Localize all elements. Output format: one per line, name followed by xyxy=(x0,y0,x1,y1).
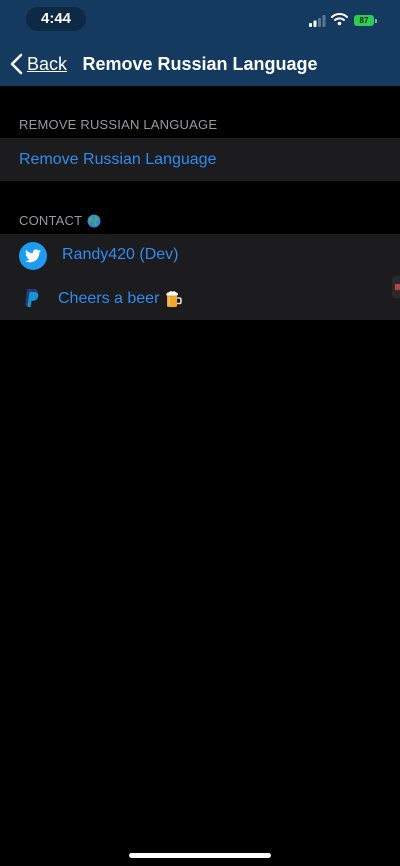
battery-cap xyxy=(375,19,377,23)
section-header-remove: REMOVE RUSSIAN LANGUAGE xyxy=(19,117,218,132)
scroll-handle[interactable] xyxy=(392,276,400,298)
remove-russian-language-button[interactable]: Remove Russian Language xyxy=(0,138,400,181)
back-button[interactable]: Back xyxy=(10,51,67,77)
home-indicator[interactable] xyxy=(129,853,271,858)
page-title: Remove Russian Language xyxy=(82,54,318,74)
paypal-donate-link[interactable]: Cheers a beer xyxy=(0,277,400,320)
twitter-icon xyxy=(19,242,47,270)
battery-level: 87 xyxy=(354,15,374,26)
twitter-contact-label: Randy420 (Dev) xyxy=(62,246,179,263)
settings-screen: 4:44 87 Back Remove Russian Language REM… xyxy=(0,0,400,866)
battery-icon: 87 xyxy=(354,15,378,27)
beer-icon xyxy=(166,291,183,307)
section-header-contact: CONTACT xyxy=(19,213,101,228)
navigation-header: 4:44 87 Back Remove Russian Language xyxy=(0,0,400,86)
status-time: 4:44 xyxy=(26,7,86,31)
remove-language-group: Remove Russian Language xyxy=(0,138,400,181)
globe-icon xyxy=(87,214,101,227)
chevron-left-icon xyxy=(10,53,23,75)
wifi-icon xyxy=(331,13,348,26)
paypal-icon xyxy=(25,289,39,307)
section-header-contact-label: CONTACT xyxy=(19,213,83,228)
cellular-signal-icon xyxy=(309,15,326,27)
paypal-donate-label: Cheers a beer xyxy=(58,290,160,307)
remove-russian-language-label: Remove Russian Language xyxy=(19,150,217,168)
twitter-contact-link[interactable]: Randy420 (Dev) xyxy=(0,234,400,277)
contact-group: Randy420 (Dev) Cheers a beer xyxy=(0,234,400,320)
